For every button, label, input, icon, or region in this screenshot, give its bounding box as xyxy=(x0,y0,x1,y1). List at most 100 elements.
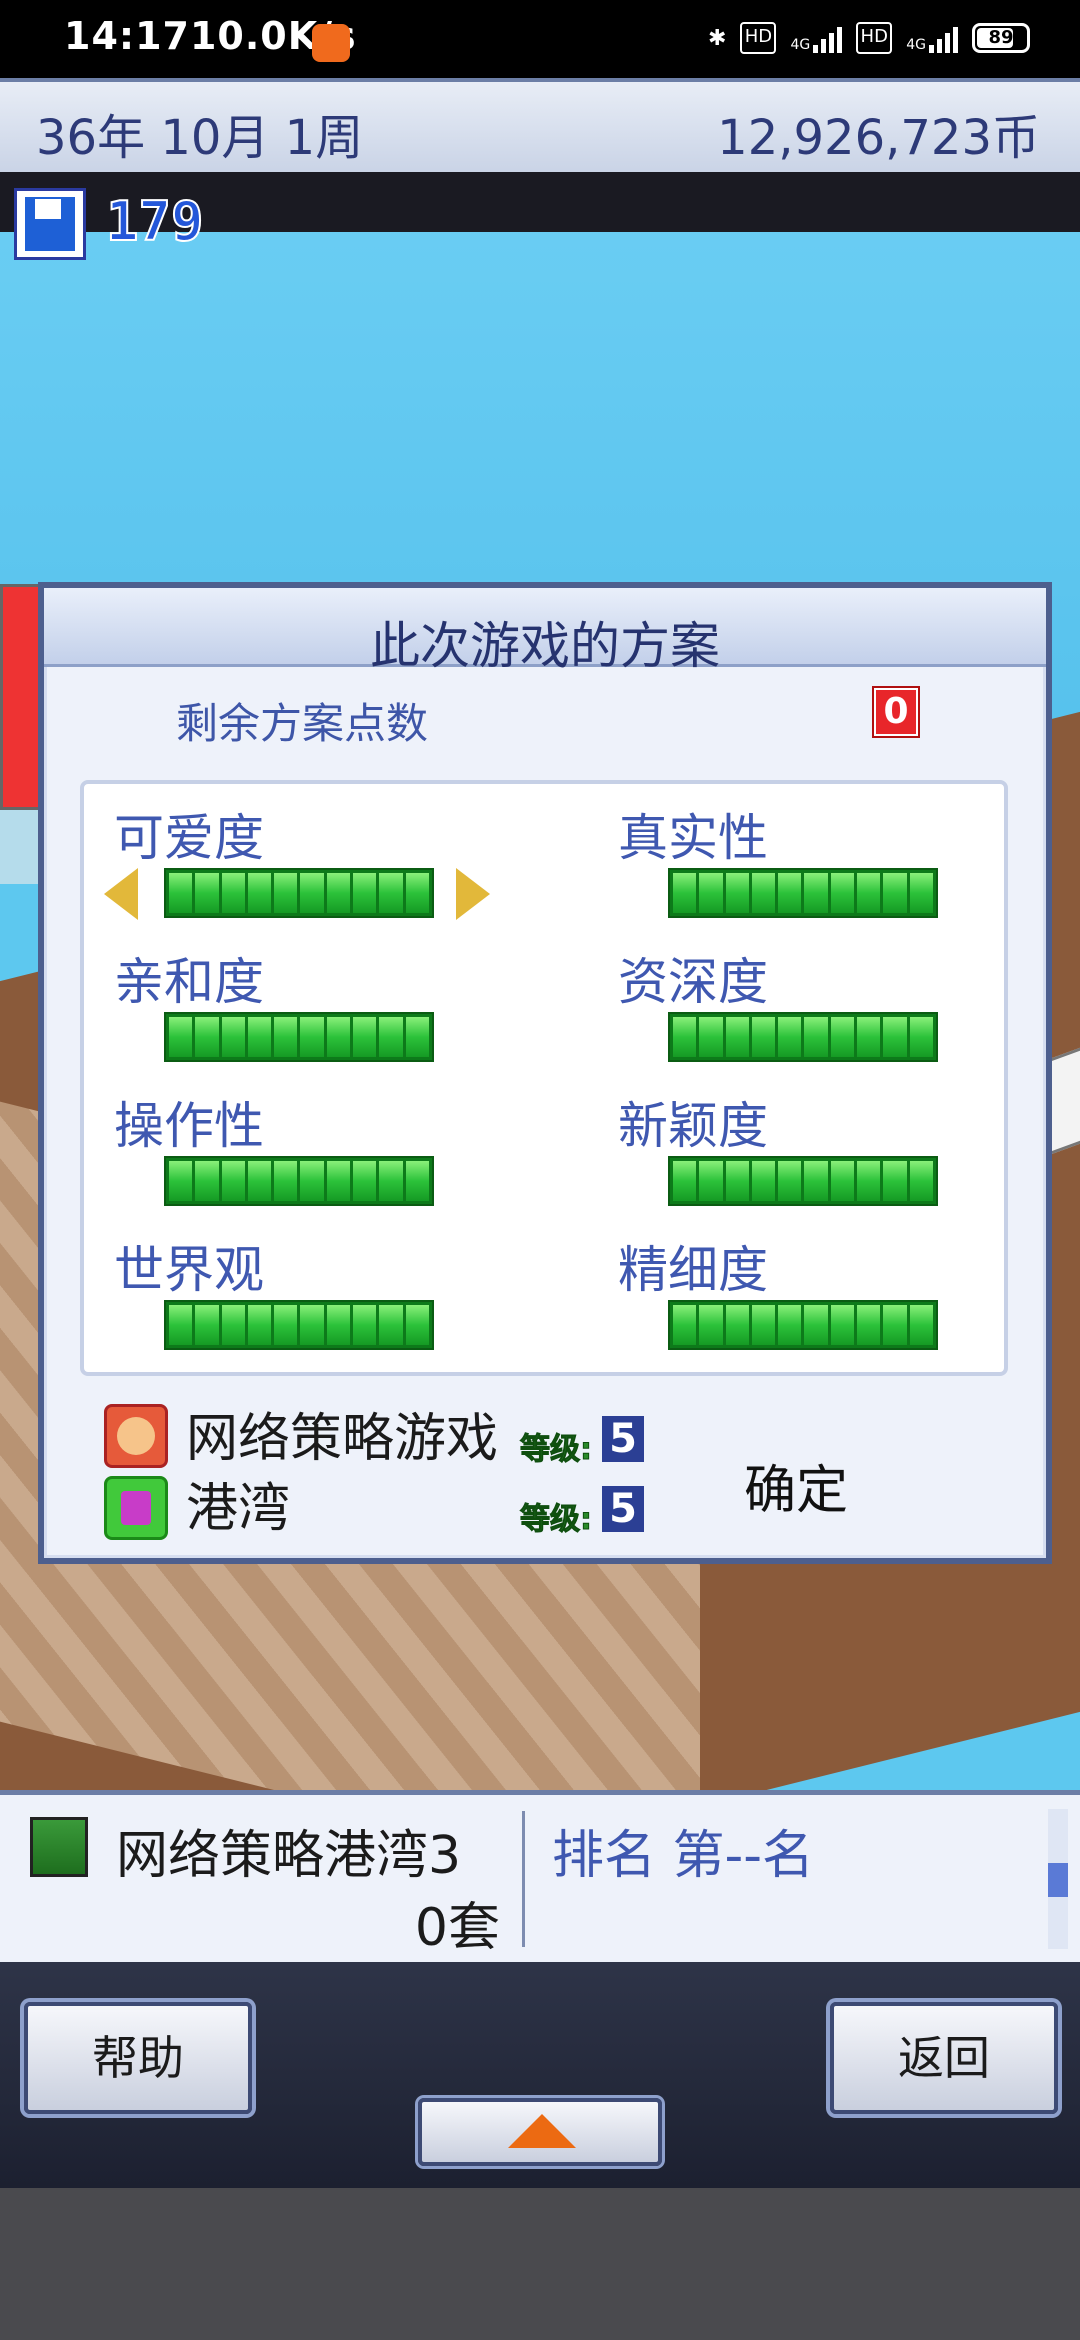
scrollbar[interactable] xyxy=(1048,1809,1068,1949)
attr-bar[interactable] xyxy=(668,1012,938,1062)
bar-segment xyxy=(857,1017,881,1057)
bottom-bar: 帮助 返回 xyxy=(0,1962,1080,2188)
bar-segment xyxy=(379,1161,403,1201)
bar-segment xyxy=(883,873,907,913)
bar-segment xyxy=(699,873,723,913)
bar-segment xyxy=(699,1161,723,1201)
dialog-title: 此次游戏的方案 xyxy=(370,617,720,675)
bar-segment xyxy=(909,1017,933,1057)
bar-segment xyxy=(353,1017,377,1057)
bar-segment xyxy=(326,1017,351,1057)
battery-icon: 89 xyxy=(972,23,1030,53)
bar-segment xyxy=(673,873,697,913)
scrollbar-thumb[interactable] xyxy=(1048,1863,1068,1897)
bar-segment xyxy=(169,873,193,913)
bar-segment xyxy=(379,873,403,913)
bluetooth-icon: ✱ xyxy=(708,25,727,51)
signal-icon: 4G xyxy=(906,23,958,53)
bar-segment xyxy=(804,1305,828,1345)
bar-segment xyxy=(195,873,219,913)
attr-label: 新颖度 xyxy=(618,1097,768,1155)
attr-bar[interactable] xyxy=(164,1012,434,1062)
bar-segment xyxy=(909,873,933,913)
attr-label: 资深度 xyxy=(618,953,768,1011)
bar-segment xyxy=(857,1305,881,1345)
points-value: 0 xyxy=(874,688,918,736)
top-hud: 36年 10月 1周 12,926,723币 xyxy=(0,78,1080,178)
hd-icon: HD xyxy=(740,22,777,54)
bar-segment xyxy=(883,1017,907,1057)
bar-segment xyxy=(353,873,377,913)
floppy-disk-icon[interactable] xyxy=(14,188,86,260)
panel-divider xyxy=(522,1811,525,1947)
attr-label: 世界观 xyxy=(114,1241,264,1299)
rank-text: 排名 第--名 xyxy=(552,1826,815,1886)
confirm-button[interactable]: 确定 xyxy=(744,1448,848,1523)
bar-segment xyxy=(221,1161,245,1201)
genre-name: 网络策略游戏 xyxy=(186,1409,499,1469)
bar-segment xyxy=(830,1305,855,1345)
bar-segment xyxy=(699,1305,723,1345)
status-icons: ✱ HD 4G HD 4G 89 xyxy=(708,22,1030,54)
bar-segment xyxy=(699,1017,723,1057)
bar-segment xyxy=(274,1017,298,1057)
attr-bar[interactable] xyxy=(164,1156,434,1206)
game-cartridge-icon xyxy=(30,1817,88,1877)
back-button[interactable]: 返回 xyxy=(830,2002,1058,2114)
theme-level-label: 等级: xyxy=(520,1502,593,1538)
theme-name: 港湾 xyxy=(186,1479,291,1539)
bar-segment xyxy=(778,1161,802,1201)
bar-segment xyxy=(405,1305,429,1345)
bar-segment xyxy=(751,873,776,913)
bar-segment xyxy=(247,873,272,913)
bar-segment xyxy=(830,873,855,913)
bar-segment xyxy=(751,1305,776,1345)
bar-segment xyxy=(169,1305,193,1345)
bar-segment xyxy=(857,1161,881,1201)
bar-segment xyxy=(195,1305,219,1345)
bar-segment xyxy=(883,1305,907,1345)
genre-level-value: 5 xyxy=(602,1416,644,1462)
bar-segment xyxy=(778,1305,802,1345)
bar-segment xyxy=(804,1161,828,1201)
bar-segment xyxy=(751,1161,776,1201)
up-arrow-icon xyxy=(508,2114,576,2148)
bar-segment xyxy=(725,1305,749,1345)
attr-bar[interactable] xyxy=(164,868,434,918)
face-icon xyxy=(104,1404,168,1468)
game-plan-dialog: 此次游戏的方案 剩余方案点数 0 可爱度 亲和度 操作性 世界观 真实性 资深度… xyxy=(38,582,1052,1564)
points-label: 剩余方案点数 xyxy=(176,699,429,748)
attr-bar[interactable] xyxy=(668,868,938,918)
money-display: 12,926,723币 xyxy=(717,110,1040,166)
bar-segment xyxy=(883,1161,907,1201)
bar-segment xyxy=(778,873,802,913)
help-button[interactable]: 帮助 xyxy=(24,2002,252,2114)
bar-segment xyxy=(169,1017,193,1057)
decrease-arrow-icon[interactable] xyxy=(104,868,138,920)
game-title: 网络策略港湾3 xyxy=(116,1826,462,1886)
bar-segment xyxy=(804,1017,828,1057)
save-count: 179 xyxy=(105,189,205,254)
attribute-grid: 可爱度 亲和度 操作性 世界观 真实性 资深度 新颖度 精细度 xyxy=(80,780,1008,1376)
cube-icon xyxy=(104,1476,168,1540)
bar-segment xyxy=(247,1305,272,1345)
app-notification-icon xyxy=(312,24,350,62)
attr-bar[interactable] xyxy=(668,1300,938,1350)
bar-segment xyxy=(725,1017,749,1057)
status-bar: 14:1710.0K/s ✱ HD 4G HD 4G 89 xyxy=(0,0,1080,84)
attr-label: 真实性 xyxy=(618,809,768,867)
attr-bar[interactable] xyxy=(668,1156,938,1206)
attr-label: 精细度 xyxy=(618,1241,768,1299)
bar-segment xyxy=(169,1161,193,1201)
increase-arrow-icon[interactable] xyxy=(456,868,490,920)
bar-segment xyxy=(725,873,749,913)
bar-segment xyxy=(221,1305,245,1345)
bar-segment xyxy=(300,1305,324,1345)
bar-segment xyxy=(405,1017,429,1057)
expand-up-button[interactable] xyxy=(418,2098,662,2166)
attr-bar[interactable] xyxy=(164,1300,434,1350)
bar-segment xyxy=(221,873,245,913)
bar-segment xyxy=(195,1017,219,1057)
bar-segment xyxy=(326,1305,351,1345)
bar-segment xyxy=(405,1161,429,1201)
